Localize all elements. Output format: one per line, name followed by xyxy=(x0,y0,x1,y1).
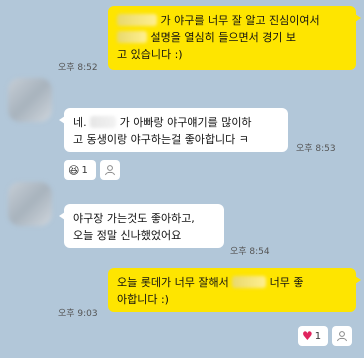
reaction-count: 1 xyxy=(314,330,322,342)
message-line: 고 있습니다 :) xyxy=(117,46,347,63)
incoming-message-bubble[interactable]: 네. 가 아빠랑 야구얘기를 많이하 고 동생이랑 야구하는걸 좋아합니다 ㅋ xyxy=(59,108,288,152)
message-line: 야구장 가는것도 좋아하고, xyxy=(73,210,215,227)
laughing-face-icon: 😆 xyxy=(68,163,80,177)
redacted-name xyxy=(117,14,157,26)
message-text: 야구장 가는것도 좋아하고, xyxy=(73,212,195,225)
message-text: 가 아빠랑 야구얘기를 많이하 xyxy=(119,116,252,129)
redacted-name xyxy=(117,31,147,43)
message-text: 고 동생이랑 야구하는걸 좋아합니다 ㅋ xyxy=(73,133,249,146)
message-line: 오늘 정말 신나했었어요 xyxy=(73,227,215,244)
message-line: 오늘 롯데가 너무 잘해서 너무 좋 xyxy=(117,274,347,291)
outgoing-message-bubble[interactable]: 오늘 롯데가 너무 잘해서 너무 좋 아합니다 :) xyxy=(108,268,361,312)
person-icon xyxy=(337,331,347,342)
message-timestamp: 오후 8:52 xyxy=(58,63,98,73)
redacted-name xyxy=(90,116,117,128)
outgoing-message-bubble[interactable]: 가 야구를 너무 잘 알고 진심이여서 설명을 열심히 들으면서 경기 보 고 … xyxy=(108,6,361,70)
message-line: 가 야구를 너무 잘 알고 진심이여서 xyxy=(117,12,347,29)
message-timestamp: 오후 9:03 xyxy=(58,309,98,319)
message-text: 설명을 열심히 들으면서 경기 보 xyxy=(150,31,297,44)
message-text: 너무 좋 xyxy=(266,276,304,289)
message-text: 오늘 정말 신나했었어요 xyxy=(73,229,182,242)
reaction-count: 1 xyxy=(81,164,88,176)
add-reaction-button[interactable] xyxy=(332,326,352,346)
message-text: 가 야구를 너무 잘 알고 진심이여서 xyxy=(160,14,320,27)
message-line: 설명을 열심히 들으면서 경기 보 xyxy=(117,29,347,46)
sender-avatar[interactable] xyxy=(8,78,52,122)
reaction-badge[interactable]: ♥ 1 xyxy=(298,326,328,346)
message-line: 고 동생이랑 야구하는걸 좋아합니다 ㅋ xyxy=(73,131,279,148)
message-text: 오늘 롯데가 너무 잘해서 xyxy=(117,276,233,289)
heart-icon: ♥ xyxy=(302,329,313,343)
message-text: 아합니다 :) xyxy=(117,293,169,306)
sender-avatar[interactable] xyxy=(8,182,52,226)
add-reaction-button[interactable] xyxy=(100,160,120,180)
message-line: 아합니다 :) xyxy=(117,291,347,308)
message-text: 고 있습니다 :) xyxy=(117,48,183,61)
message-line: 네. 가 아빠랑 야구얘기를 많이하 xyxy=(73,114,279,131)
reaction-badge[interactable]: 😆 1 xyxy=(64,160,96,180)
message-text: 네. xyxy=(73,116,91,129)
message-timestamp: 오후 8:54 xyxy=(230,247,270,257)
redacted-name xyxy=(232,276,267,288)
incoming-message-bubble[interactable]: 야구장 가는것도 좋아하고, 오늘 정말 신나했었어요 xyxy=(59,204,224,248)
message-timestamp: 오후 8:53 xyxy=(296,144,336,154)
person-icon xyxy=(105,165,115,176)
